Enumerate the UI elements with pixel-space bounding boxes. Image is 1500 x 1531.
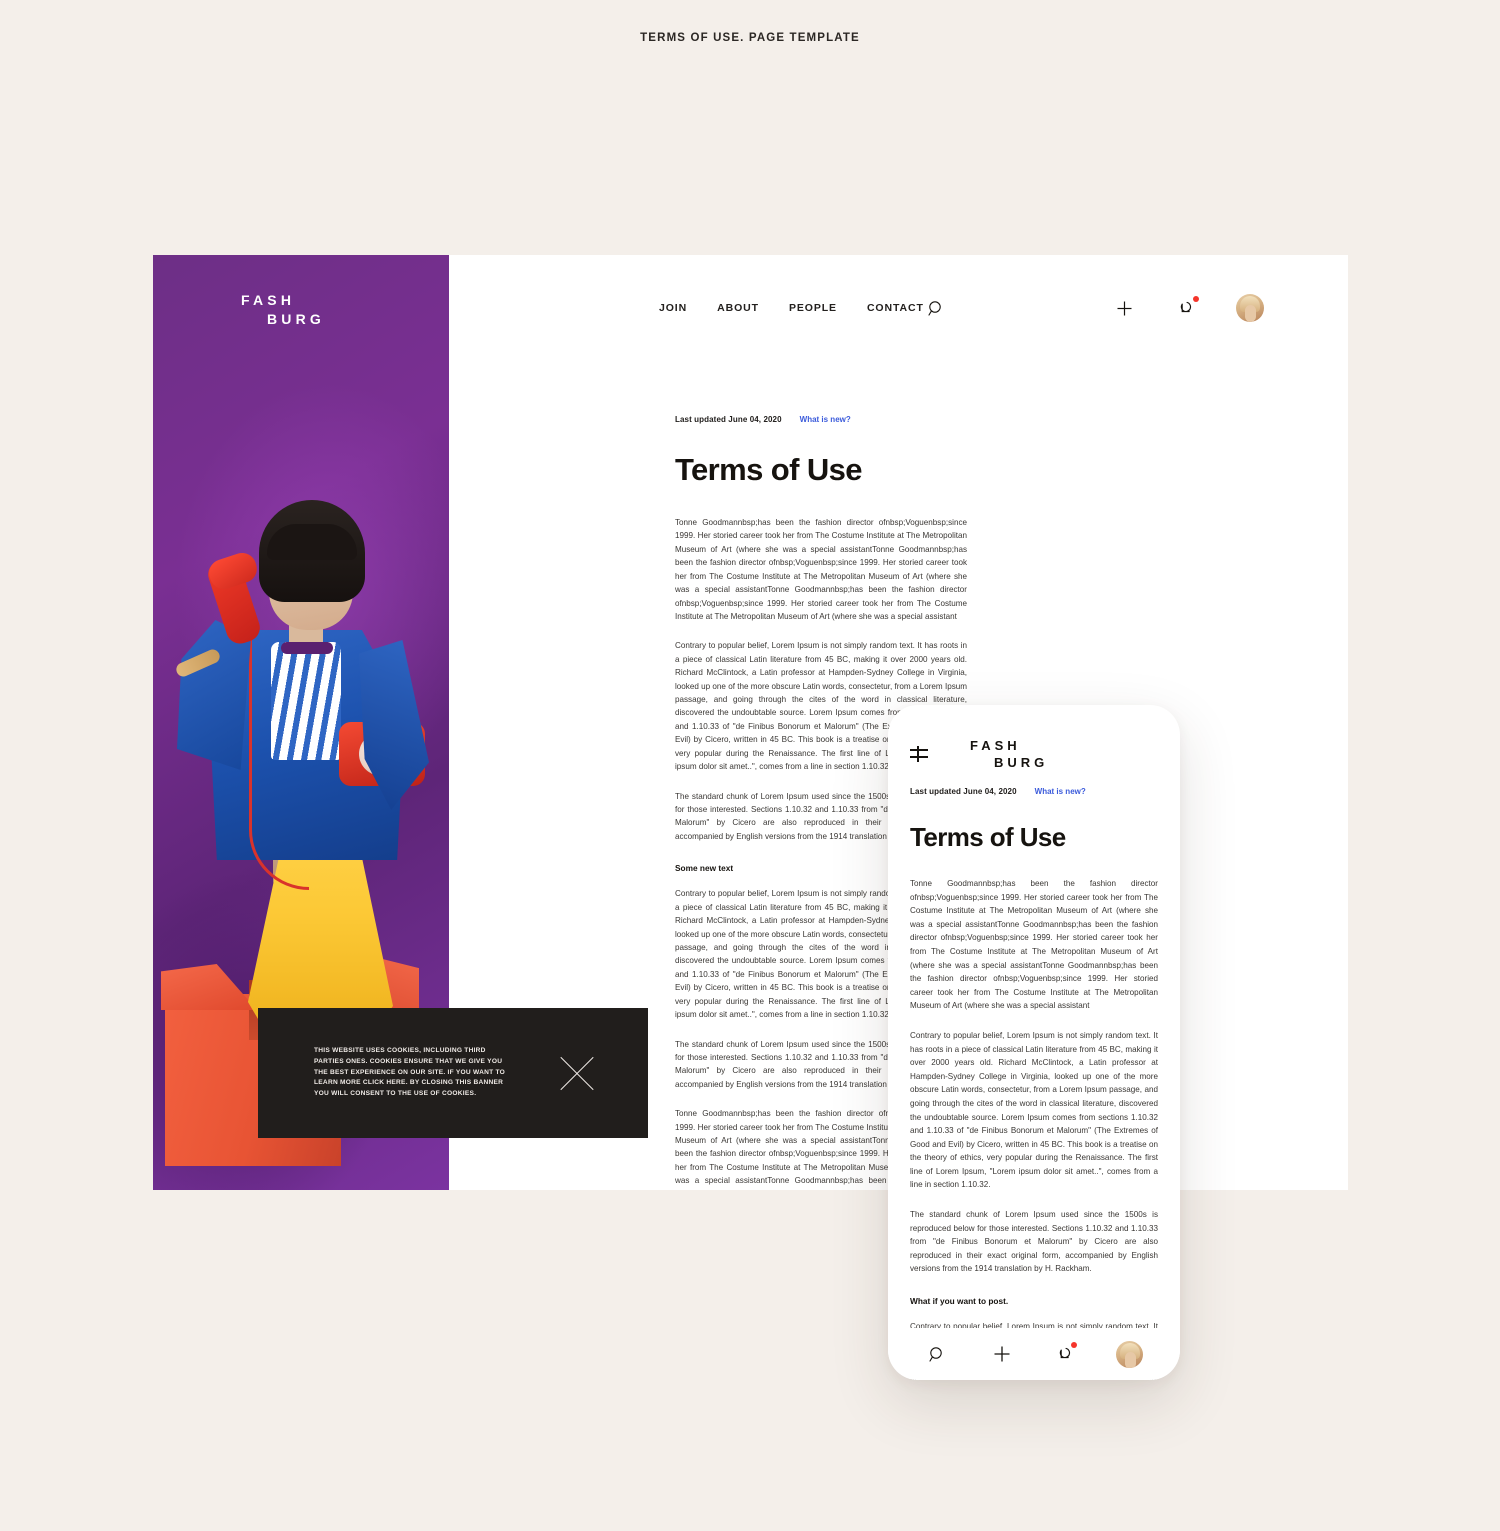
nav-item-about[interactable]: ABOUT [717, 302, 759, 314]
mobile-logo[interactable]: FASH BURG [970, 739, 1048, 769]
illustration-phone-cord [249, 640, 309, 890]
last-updated-label: Last updated June 04, 2020 [675, 415, 782, 424]
illustration-fringe [267, 524, 357, 560]
mobile-whats-new-link[interactable]: What is new? [1035, 787, 1086, 796]
avatar[interactable] [1235, 294, 1264, 322]
nav-item-contact[interactable]: CONTACT [867, 302, 924, 314]
close-x-icon[interactable] [554, 1050, 600, 1096]
mobile-logo-text-burg: BURG [994, 755, 1049, 770]
mobile-notification-badge [1071, 1342, 1078, 1348]
plus-icon[interactable] [1112, 295, 1138, 321]
nav-item-join[interactable]: JOIN [659, 302, 687, 314]
mobile-bottom-nav [888, 1328, 1180, 1380]
notification-badge [1192, 296, 1199, 302]
cookie-banner-text: THIS WEBSITE USES COOKIES, INCLUDING THI… [314, 1047, 506, 1097]
mobile-document: Last updated June 04, 2020 What is new? … [910, 787, 1158, 1380]
mobile-avatar[interactable] [1116, 1340, 1144, 1368]
illustration-choker [281, 642, 333, 654]
page-caption: TERMS OF USE. PAGE TEMPLATE [640, 32, 860, 44]
mobile-search-icon[interactable] [925, 1341, 951, 1367]
hamburger-menu-icon[interactable] [910, 746, 928, 762]
notification-bell-icon[interactable] [1174, 295, 1200, 321]
logo-text-fash: FASH [241, 292, 296, 308]
mobile-plus-icon[interactable] [989, 1341, 1015, 1367]
paragraph-1: Tonne Goodmannbsp;has been the fashion d… [675, 518, 967, 621]
mobile-logo-text-fash: FASH [970, 738, 1021, 753]
mobile-mockup: FASH BURG Last updated June 04, 2020 Wha… [888, 705, 1180, 1380]
mobile-paragraph-2: Contrary to popular belief, Lorem Ipsum … [910, 1030, 1158, 1190]
mobile-page-title: Terms of Use [910, 822, 1066, 852]
mobile-section-subheading: What if you want to post. [910, 1296, 1009, 1307]
logo-text-burg: BURG [267, 311, 326, 327]
page-title: Terms of Use [675, 452, 863, 487]
mobile-paragraph-1: Tonne Goodmannbsp;has been the fashion d… [910, 879, 1158, 1011]
document-meta: Last updated June 04, 2020 What is new? [675, 415, 967, 424]
whats-new-link[interactable]: What is new? [800, 415, 851, 424]
cookie-banner: THIS WEBSITE USES COOKIES, INCLUDING THI… [258, 1008, 648, 1138]
mobile-notification-bell-icon[interactable] [1052, 1341, 1078, 1367]
desktop-logo[interactable]: FASH BURG [241, 293, 325, 326]
main-navigation: JOIN ABOUT PEOPLE CONTACT [659, 302, 924, 314]
topbar-actions [924, 294, 1264, 322]
mobile-document-meta: Last updated June 04, 2020 What is new? [910, 787, 1158, 796]
search-icon[interactable] [924, 295, 950, 321]
mobile-paragraph-3: The standard chunk of Lorem Ipsum used s… [910, 1210, 1158, 1274]
mobile-last-updated-label: Last updated June 04, 2020 [910, 787, 1017, 796]
nav-item-people[interactable]: PEOPLE [789, 302, 837, 314]
desktop-topbar: JOIN ABOUT PEOPLE CONTACT [449, 293, 1348, 323]
mobile-header: FASH BURG [888, 739, 1180, 769]
